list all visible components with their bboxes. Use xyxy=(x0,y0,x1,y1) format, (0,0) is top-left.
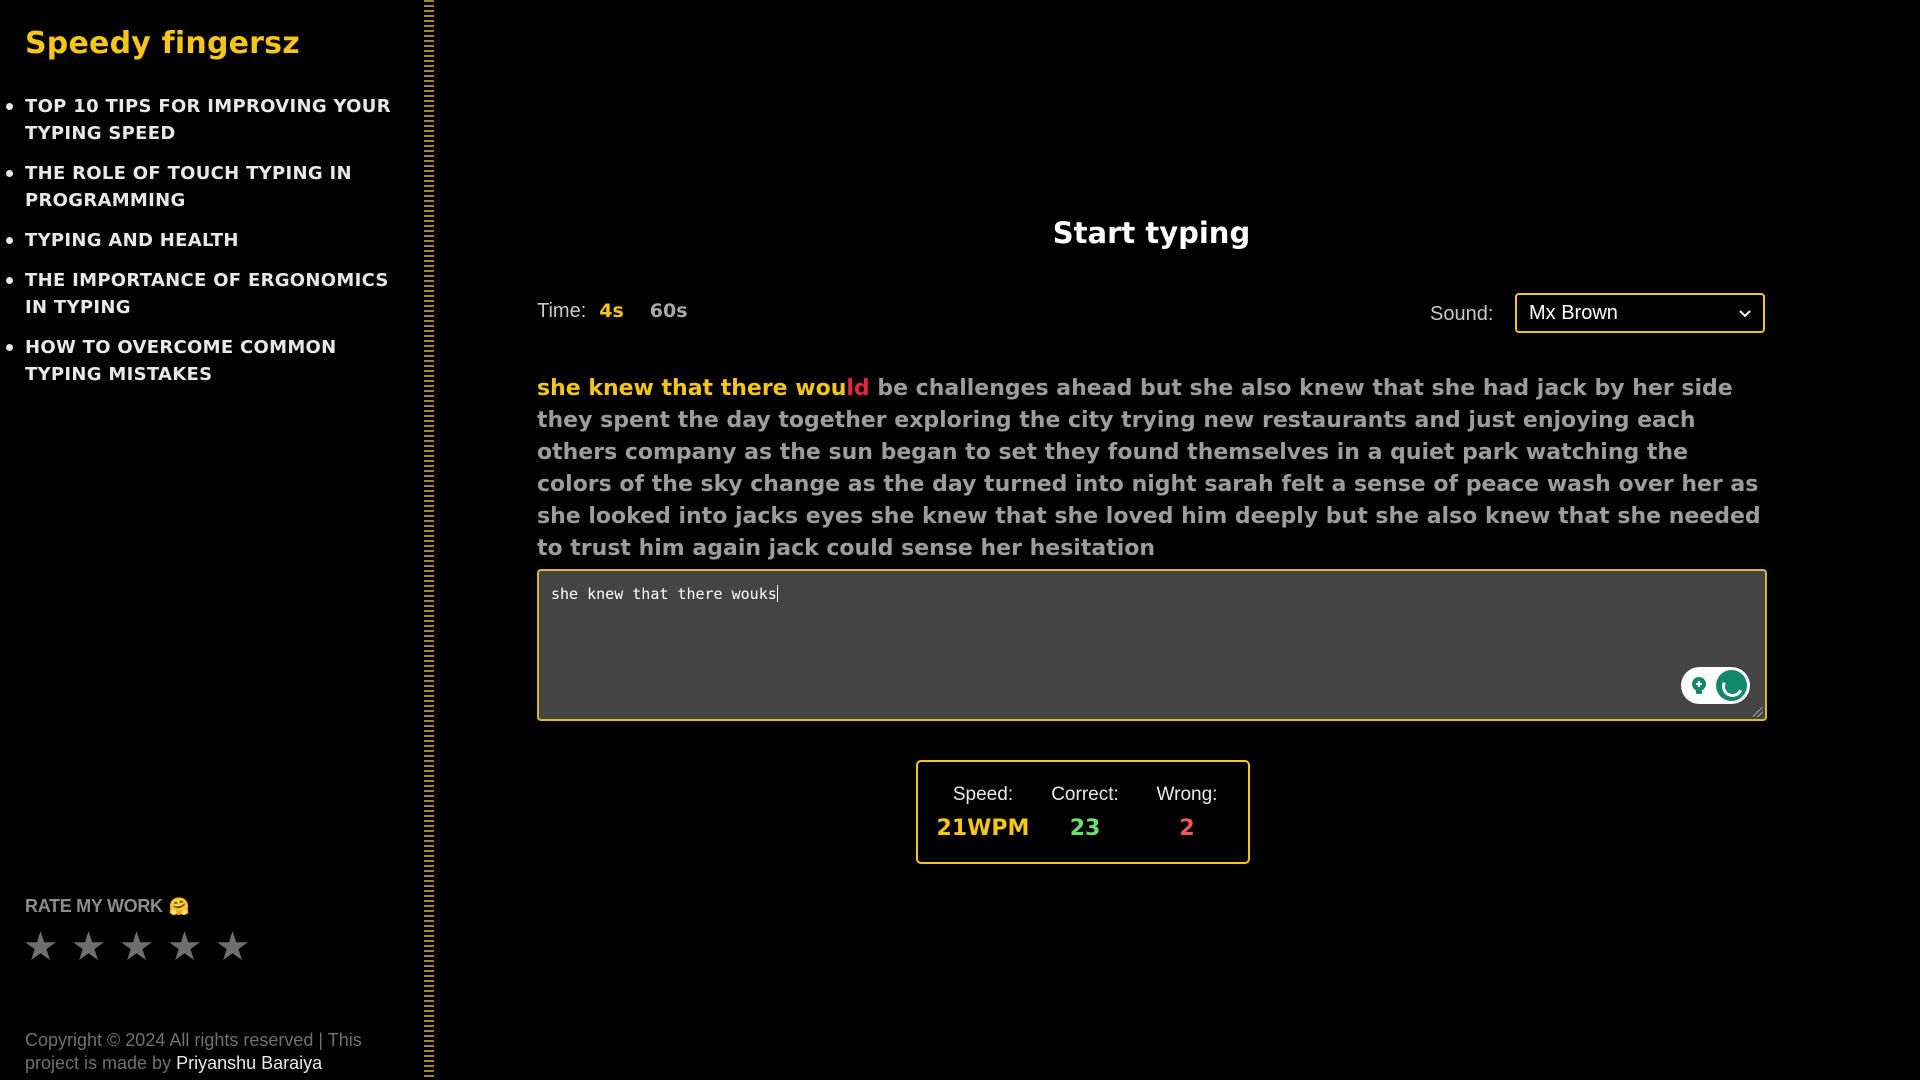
star-5-icon[interactable]: ★ xyxy=(214,925,251,969)
hugging-face-emoji-icon: 🤗 xyxy=(168,897,190,916)
stat-correct: Correct: 23 xyxy=(1035,784,1135,841)
sound-selected-value: Mx Brown xyxy=(1529,301,1618,324)
stat-wrong: Wrong: 2 xyxy=(1137,784,1237,841)
typing-passage: she knew that there would be challenges … xyxy=(537,373,1767,565)
sidebar-item-typing-health[interactable]: TYPING AND HEALTH xyxy=(6,227,395,254)
brand-title[interactable]: Speedy fingersz xyxy=(25,26,300,61)
sound-select[interactable]: Mx Brown xyxy=(1515,293,1765,333)
grammarly-logo-icon xyxy=(1716,670,1747,701)
time-option-4s[interactable]: 4s xyxy=(599,300,624,322)
stat-wrong-value: 2 xyxy=(1179,816,1195,841)
sidebar-item-ergonomics[interactable]: THE IMPORTANCE OF ERGONOMICS IN TYPING xyxy=(6,267,395,321)
stat-correct-value: 23 xyxy=(1069,816,1101,841)
author-link[interactable]: Priyanshu Baraiya xyxy=(176,1053,322,1073)
passage-typed-wrong: ld xyxy=(846,376,870,401)
stat-speed: Speed: 21WPM xyxy=(933,784,1033,841)
time-label: Time: xyxy=(537,300,587,322)
stat-speed-value: 21WPM xyxy=(936,816,1030,841)
star-4-icon[interactable]: ★ xyxy=(166,925,203,969)
sidebar-item-touch-typing-programming[interactable]: THE ROLE OF TOUCH TYPING IN PROGRAMMING xyxy=(6,160,395,214)
star-2-icon[interactable]: ★ xyxy=(70,925,107,969)
lightbulb-icon xyxy=(1692,676,1706,694)
grammar-assistant-widget[interactable] xyxy=(1681,667,1750,704)
sidebar: Speedy fingersz TOP 10 TIPS FOR IMPROVIN… xyxy=(0,0,424,1080)
copyright: Copyright © 2024 All rights reserved | T… xyxy=(25,1029,365,1075)
passage-remaining: be challenges ahead but she also knew th… xyxy=(537,376,1761,561)
chevron-down-icon xyxy=(1739,305,1751,321)
star-3-icon[interactable]: ★ xyxy=(118,925,155,969)
star-1-icon[interactable]: ★ xyxy=(22,925,59,969)
sidebar-item-typing-tips[interactable]: TOP 10 TIPS FOR IMPROVING YOUR TYPING SP… xyxy=(6,93,395,147)
passage-typed-correct: she knew that there wou xyxy=(537,376,847,401)
typing-input-value: she knew that there wouks xyxy=(551,585,777,603)
stat-speed-label: Speed: xyxy=(952,784,1014,805)
sidebar-item-common-mistakes[interactable]: HOW TO OVERCOME COMMON TYPING MISTAKES xyxy=(6,334,395,388)
resize-handle-icon[interactable] xyxy=(1753,707,1763,717)
rate-heading: RATE MY WORK 🤗 xyxy=(25,896,190,917)
stat-wrong-label: Wrong: xyxy=(1156,784,1218,805)
sidebar-divider xyxy=(424,0,434,1080)
sidebar-nav: TOP 10 TIPS FOR IMPROVING YOUR TYPING SP… xyxy=(6,93,395,401)
text-caret xyxy=(776,585,778,602)
stat-correct-label: Correct: xyxy=(1051,784,1119,805)
sound-label: Sound: xyxy=(1430,303,1494,325)
rate-heading-text: RATE MY WORK xyxy=(25,896,163,916)
time-option-60s[interactable]: 60s xyxy=(650,300,688,322)
time-selector: Time: 4s 60s xyxy=(537,300,714,323)
star-rating: ★ ★ ★ ★ ★ xyxy=(22,925,251,969)
page-title: Start typing xyxy=(1052,216,1251,250)
stats-panel: Speed: 21WPM Correct: 23 Wrong: 2 xyxy=(916,760,1250,864)
typing-input[interactable]: she knew that there wouks xyxy=(537,569,1767,721)
